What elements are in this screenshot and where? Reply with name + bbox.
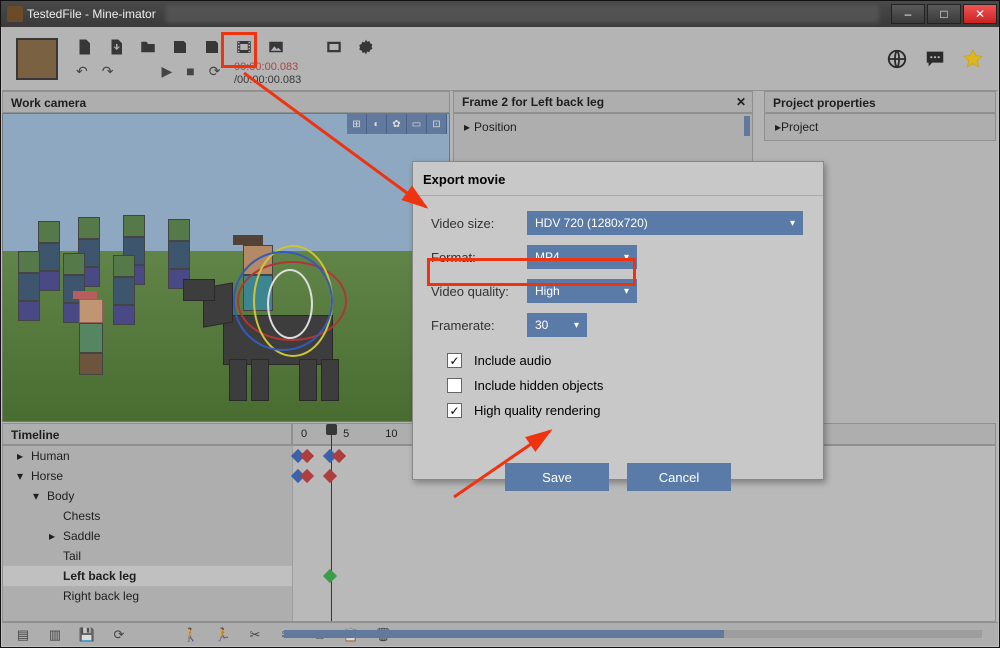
video-quality-label: Video quality:	[431, 284, 521, 299]
window-minimize-button[interactable]: –	[891, 4, 925, 24]
export-movie-dialog: Export movie Video size: HDV 720 (1280x7…	[412, 161, 824, 480]
app-icon	[7, 6, 23, 22]
workcam-title: Work camera	[2, 91, 450, 113]
viewport-tool-1[interactable]: ⊞	[347, 114, 367, 134]
timeline-row-label: Left back leg	[63, 569, 136, 583]
run-icon[interactable]: 🏃	[212, 627, 234, 643]
main-toolbar: ↶ ↷ ▶ ■ ⟳ 00:00:00.083 /00:00:00.083	[2, 27, 998, 91]
timeline-row[interactable]: Left back leg	[3, 566, 292, 586]
timeline-row-label: Tail	[63, 549, 81, 563]
cut-icon[interactable]: ✂	[244, 627, 266, 643]
timeline-row[interactable]: Tail	[3, 546, 292, 566]
chevron-down-icon: ▾	[624, 286, 629, 297]
status-icon[interactable]: ▥	[44, 627, 66, 643]
timeline-row[interactable]: ▾ Body	[3, 486, 292, 506]
viewport-tool-2[interactable]: ◐	[367, 114, 387, 134]
statusbar: ▤ ▥ 💾 ⟳ 🚶 🏃 ✂ ✂ ⧉ 📋 🗑	[2, 622, 998, 646]
status-icon[interactable]: ⟳	[108, 627, 130, 643]
open-folder-icon[interactable]	[138, 37, 158, 57]
caret-icon[interactable]: ▸	[17, 449, 27, 463]
caret-icon[interactable]: ▸	[49, 529, 59, 543]
viewport-tool-3[interactable]: ✿	[387, 114, 407, 134]
timeline-row-label: Human	[31, 449, 70, 463]
timeline-row-label: Horse	[31, 469, 63, 483]
frame-panel-title: Frame 2 for Left back leg ✕	[453, 91, 753, 113]
caret-icon[interactable]: ▾	[17, 469, 27, 483]
status-icon[interactable]: ▤	[12, 627, 34, 643]
new-file-icon[interactable]	[74, 37, 94, 57]
cancel-button[interactable]: Cancel	[627, 463, 731, 491]
app-frame: ↶ ↷ ▶ ■ ⟳ 00:00:00.083 /00:00:00.083 Wor…	[2, 27, 998, 646]
star-icon[interactable]	[962, 48, 984, 70]
framerate-label: Framerate:	[431, 318, 521, 333]
titlebar: TestedFile - Mine-imator – □ ✕	[1, 1, 999, 27]
window-title: TestedFile - Mine-imator	[27, 7, 156, 21]
save-as-icon[interactable]	[202, 37, 222, 57]
titlebar-blur	[166, 5, 879, 23]
timeline-title: Timeline	[2, 423, 292, 445]
include-hidden-label: Include hidden objects	[474, 378, 603, 393]
timeline-row[interactable]: ▸ Human	[3, 446, 292, 466]
timeline-scrollbar[interactable]	[284, 630, 982, 638]
character-alex	[73, 291, 109, 375]
project-properties-title: Project properties	[764, 91, 996, 113]
format-label: Format:	[431, 250, 521, 265]
walk-icon[interactable]: 🚶	[180, 627, 202, 643]
globe-icon[interactable]	[886, 48, 908, 70]
export-image-icon[interactable]	[266, 37, 286, 57]
import-file-icon[interactable]	[106, 37, 126, 57]
scroll-indicator[interactable]	[744, 116, 750, 136]
hq-render-label: High quality rendering	[474, 403, 600, 418]
project-properties-panel: ▸Project	[764, 113, 996, 141]
timeline-row-label: Chests	[63, 509, 100, 523]
timeline-tree[interactable]: ▸ Human ▾ Horse ▾ Body Chests ▸ Saddle Tail Left b…	[3, 446, 293, 621]
dialog-title: Export movie	[413, 162, 823, 196]
position-label: Position	[474, 120, 517, 134]
chevron-down-icon: ▾	[574, 320, 579, 331]
save-button[interactable]: Save	[505, 463, 609, 491]
project-label: Project	[781, 120, 818, 134]
caret-icon[interactable]: ▸	[464, 120, 470, 134]
settings-icon[interactable]	[356, 37, 376, 57]
timeline-row-label: Right back leg	[63, 589, 139, 603]
caret-icon[interactable]: ▾	[33, 489, 43, 503]
status-save-icon[interactable]: 💾	[76, 627, 98, 643]
save-icon[interactable]	[170, 37, 190, 57]
frame-panel-close-icon[interactable]: ✕	[736, 95, 746, 109]
timeline-row[interactable]: Chests	[3, 506, 292, 526]
framerate-dropdown[interactable]: 30▾	[527, 313, 587, 337]
window-close-button[interactable]: ✕	[963, 4, 997, 24]
include-audio-label: Include audio	[474, 353, 551, 368]
hq-render-checkbox[interactable]: ✓	[447, 403, 462, 418]
timeline-row[interactable]: ▸ Saddle	[3, 526, 292, 546]
timecode: 00:00:00.083 /00:00:00.083	[234, 61, 301, 87]
redo-icon[interactable]: ↷	[102, 63, 114, 80]
video-size-dropdown[interactable]: HDV 720 (1280x720)▾	[527, 211, 803, 235]
video-size-label: Video size:	[431, 216, 521, 231]
chevron-down-icon: ▾	[790, 218, 795, 229]
timeline-row-label: Saddle	[63, 529, 100, 543]
loop-icon[interactable]: ⟳	[209, 63, 221, 80]
format-dropdown[interactable]: MP4▾	[527, 245, 637, 269]
export-movie-icon[interactable]	[234, 37, 254, 57]
feedback-icon[interactable]	[924, 48, 946, 70]
video-quality-dropdown[interactable]: High▾	[527, 279, 637, 303]
timeline-row-label: Body	[47, 489, 74, 503]
include-hidden-checkbox[interactable]	[447, 378, 462, 393]
os-window: TestedFile - Mine-imator – □ ✕	[0, 0, 1000, 648]
timeline-row[interactable]: ▾ Horse	[3, 466, 292, 486]
viewport-tool-4[interactable]: ▭	[407, 114, 427, 134]
rotation-gizmo[interactable]	[233, 241, 353, 361]
viewport[interactable]: ⊞ ◐ ✿ ▭ ⊡	[2, 113, 450, 422]
chevron-down-icon: ▾	[624, 252, 629, 263]
timeline-row[interactable]: Right back leg	[3, 586, 292, 606]
undo-icon[interactable]: ↶	[76, 63, 88, 80]
viewport-tool-5[interactable]: ⊡	[427, 114, 447, 134]
window-maximize-button[interactable]: □	[927, 4, 961, 24]
app-logo-block[interactable]	[16, 38, 58, 80]
include-audio-checkbox[interactable]: ✓	[447, 353, 462, 368]
play-icon[interactable]: ▶	[161, 63, 172, 80]
view-mode-icon[interactable]	[324, 37, 344, 57]
stop-icon[interactable]: ■	[186, 63, 194, 80]
